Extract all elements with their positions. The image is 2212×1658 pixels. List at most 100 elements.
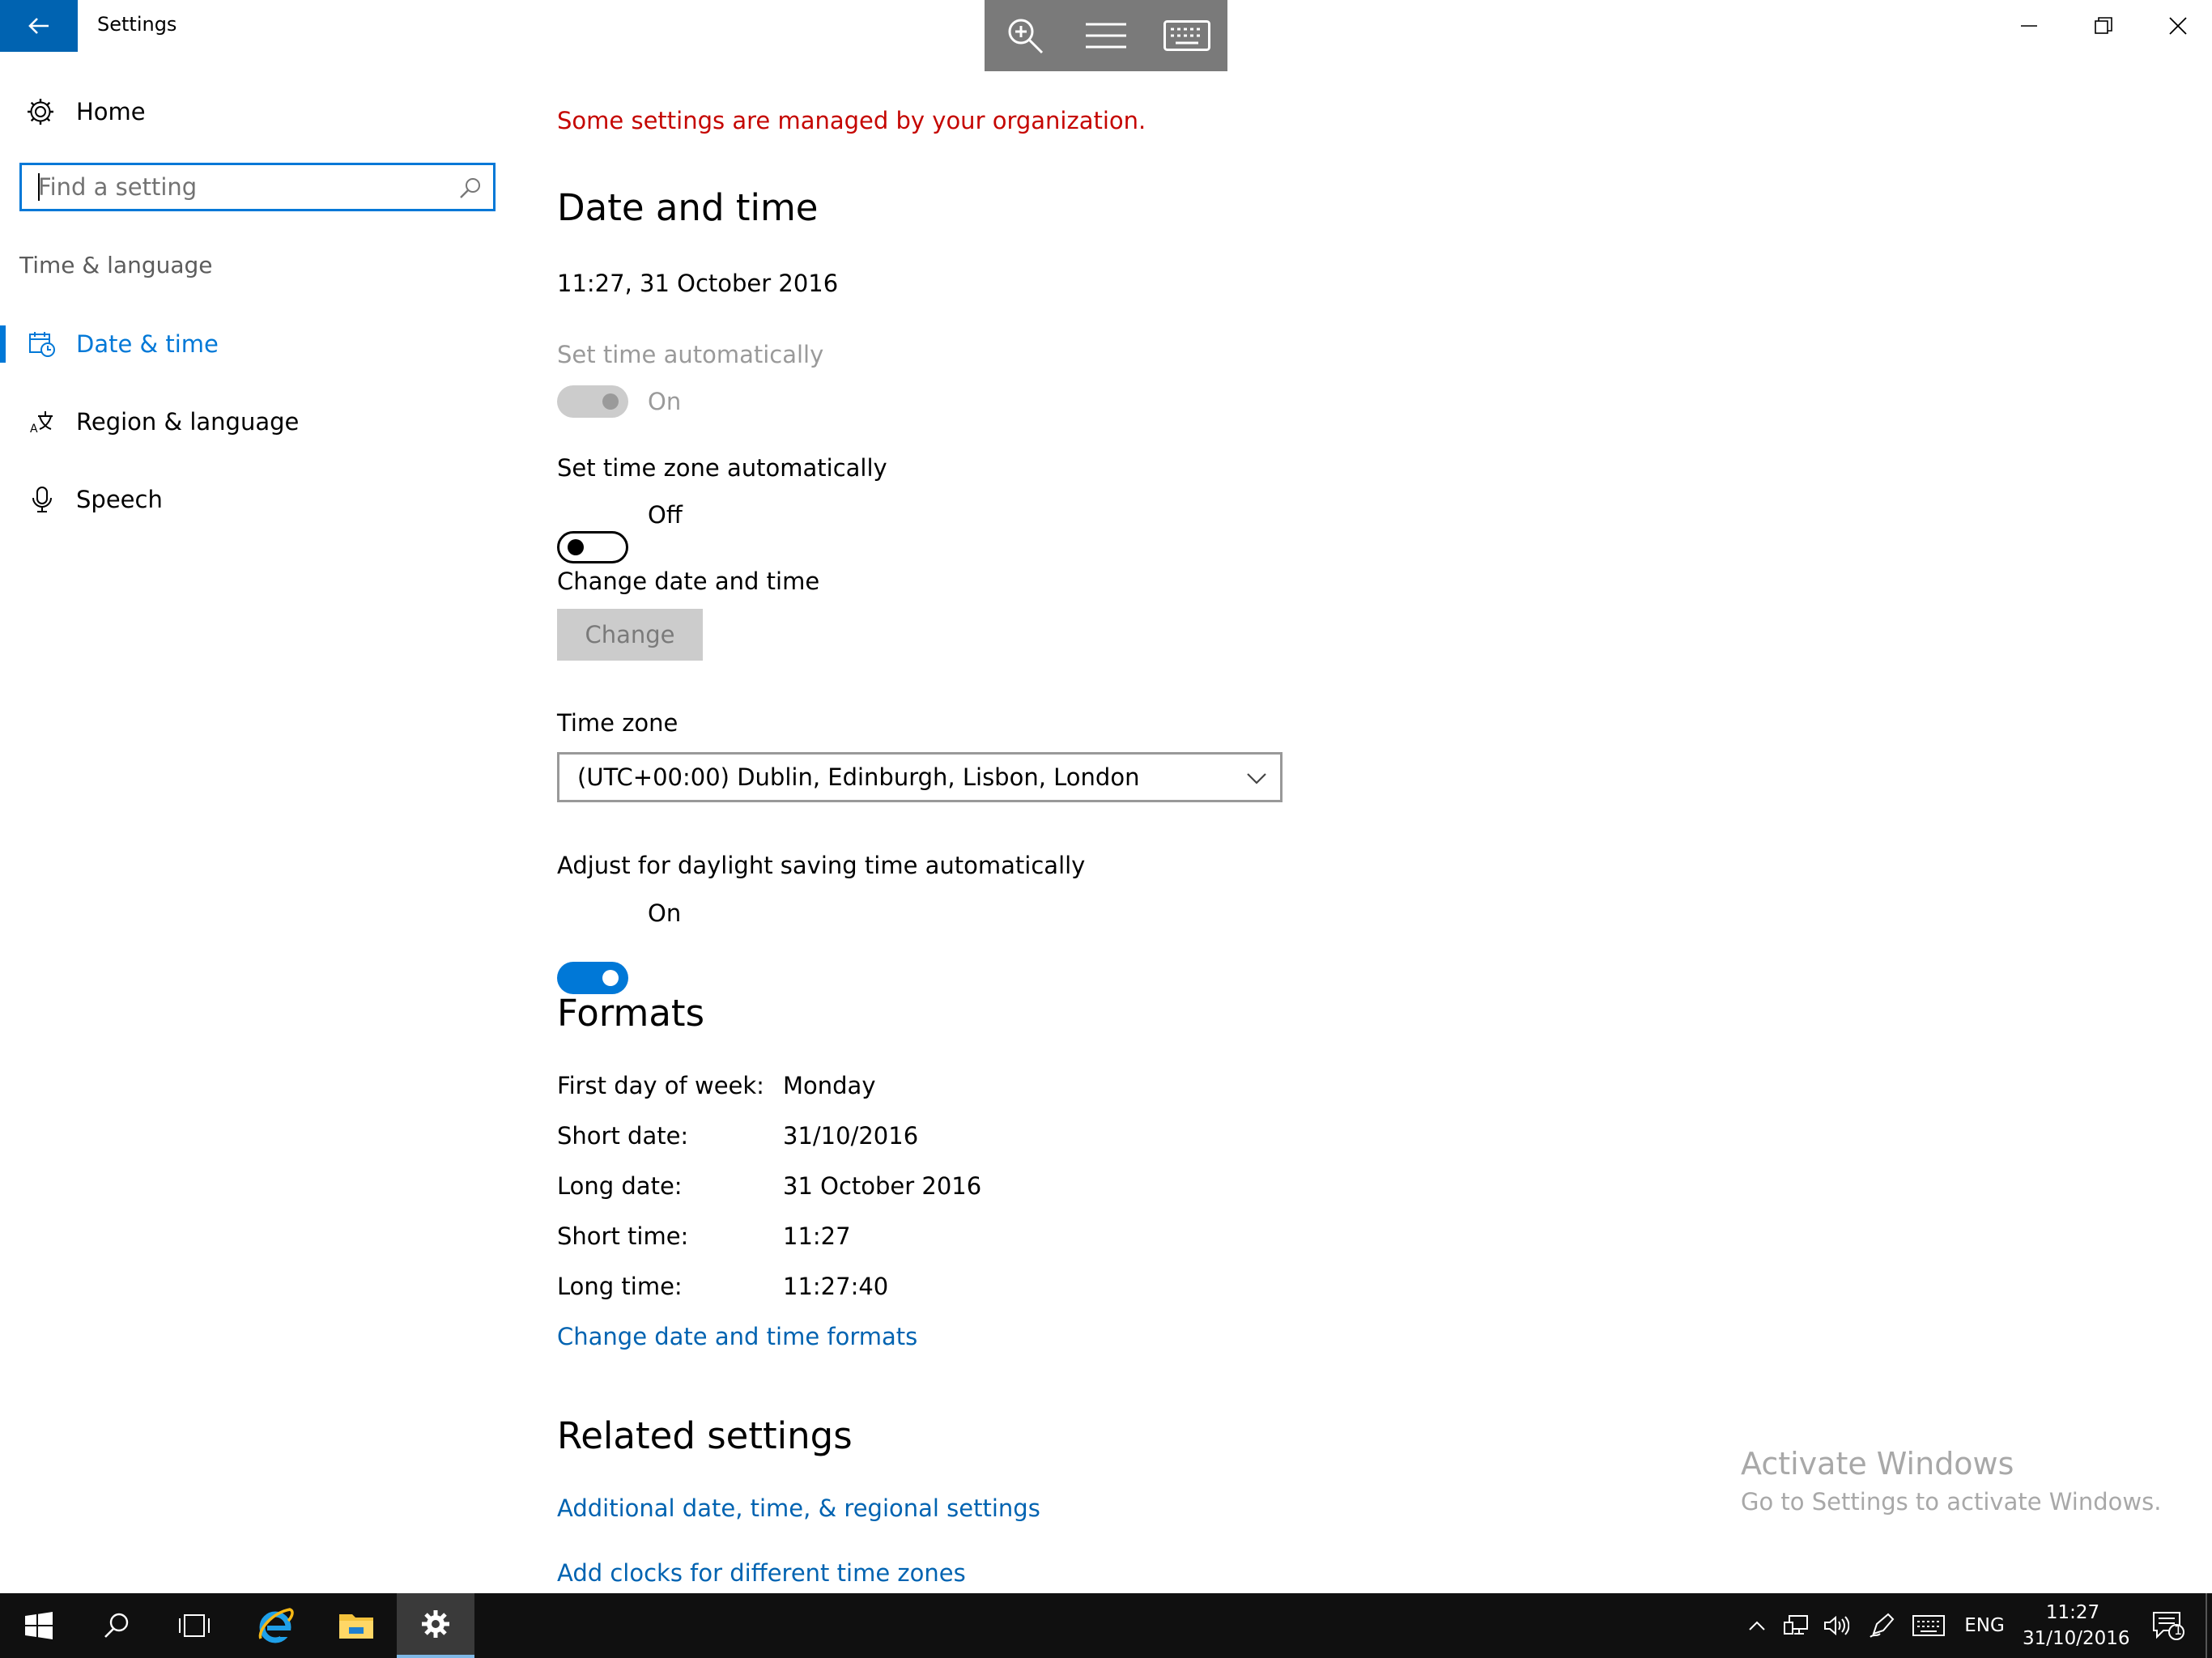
back-arrow-icon [28,18,49,34]
format-value: 11:27 [783,1222,851,1250]
activate-windows-title: Activate Windows [1741,1446,2014,1482]
keyboard-icon [1163,20,1210,51]
network-button[interactable] [1778,1593,1814,1658]
show-desktop-button[interactable] [2206,1593,2207,1658]
search-box[interactable] [19,163,496,211]
additional-regional-settings-link[interactable]: Additional date, time, & regional settin… [557,1494,1040,1522]
windows-ink-button[interactable] [1864,1593,1899,1658]
home-nav-item[interactable]: Home [21,94,146,130]
restore-icon [2095,17,2112,34]
format-label: Long date: [557,1172,683,1200]
file-explorer-icon [339,1614,373,1639]
gear-icon [28,99,53,125]
volume-icon [1824,1615,1849,1636]
file-explorer-button[interactable] [317,1593,395,1658]
related-settings-heading: Related settings [557,1414,853,1457]
activate-windows-subtitle: Go to Settings to activate Windows. [1741,1488,2162,1516]
set-time-auto-label: Set time automatically [557,341,824,368]
search-input[interactable] [38,165,459,209]
timezone-dropdown[interactable]: (UTC+00:00) Dublin, Edinburgh, Lisbon, L… [557,752,1283,802]
clock-button[interactable]: 11:27 31/10/2016 [2023,1600,2130,1655]
input-language-button[interactable]: ENG [1956,1593,2013,1658]
tray-time: 11:27 [2045,1602,2100,1623]
dst-toggle[interactable] [557,962,628,994]
notification-count: 1 [2174,1622,2183,1638]
set-tz-auto-state: Off [648,501,683,529]
sidebar-item-region-language[interactable]: A Region & language [0,397,502,446]
microphone-icon [24,482,60,517]
menu-button[interactable] [1066,0,1146,71]
minimize-button[interactable] [1992,0,2066,52]
minimize-icon [2021,25,2037,27]
set-tz-auto-toggle[interactable] [557,531,628,563]
timezone-label: Time zone [557,709,678,737]
format-value: Monday [783,1072,876,1099]
format-label: Short date: [557,1122,689,1150]
settings-taskbar-button[interactable] [397,1593,474,1658]
section-title: Time & language [19,252,213,278]
touch-keyboard-icon [1912,1615,1945,1636]
search-icon [104,1613,129,1638]
timezone-value: (UTC+00:00) Dublin, Edinburgh, Lisbon, L… [577,763,1140,791]
taskbar: ENG 11:27 31/10/2016 1 [0,1593,2212,1658]
sidebar-item-speech[interactable]: Speech [0,475,502,524]
windows-start-icon [25,1612,53,1639]
task-view-button[interactable] [155,1593,233,1658]
change-button[interactable]: Change [557,609,703,661]
region-language-icon: A [24,404,60,440]
sidebar-item-label: Speech [76,486,163,513]
current-date-time: 11:27, 31 October 2016 [557,270,839,297]
format-label: Long time: [557,1273,683,1300]
toggle-knob [568,539,584,555]
format-value: 11:27:40 [783,1273,889,1300]
toggle-knob [602,970,619,986]
managed-notice: Some settings are managed by your organi… [557,107,1146,134]
format-value: 31/10/2016 [783,1122,919,1150]
sidebar-item-label: Date & time [76,330,219,358]
add-clocks-link[interactable]: Add clocks for different time zones [557,1559,966,1587]
home-label: Home [76,98,146,125]
set-tz-auto-label: Set time zone automatically [557,454,887,482]
toggle-knob [602,393,619,410]
close-button[interactable] [2141,0,2212,52]
zoom-button[interactable] [985,0,1066,71]
zoom-in-icon [1008,19,1044,54]
start-button[interactable] [0,1593,78,1658]
chevron-up-icon [1749,1621,1765,1630]
taskbar-search-button[interactable] [78,1593,155,1658]
format-value: 31 October 2016 [783,1172,982,1200]
svg-text:A: A [30,423,38,436]
network-icon [1784,1615,1808,1635]
settings-gear-icon [422,1610,449,1638]
chevron-down-icon [1247,773,1266,784]
volume-button[interactable] [1819,1593,1854,1658]
dst-state: On [648,899,682,927]
action-center-button[interactable]: 1 [2138,1593,2199,1658]
calendar-clock-icon [24,326,60,362]
show-hidden-icons-button[interactable] [1741,1593,1773,1658]
sidebar-item-label: Region & language [76,408,300,436]
text-caret [38,173,40,201]
format-label: Short time: [557,1222,689,1250]
internet-explorer-icon [258,1608,294,1643]
dst-label: Adjust for daylight saving time automati… [557,852,1086,879]
menu-icon [1086,23,1126,49]
set-time-auto-state: On [648,388,682,415]
pen-icon [1870,1613,1895,1638]
search-icon[interactable] [457,175,483,201]
back-button[interactable] [0,0,78,52]
touch-toolbar [985,0,1227,71]
internet-explorer-button[interactable] [233,1593,317,1658]
close-icon [2169,17,2187,35]
sidebar-item-date-time[interactable]: Date & time [0,320,502,368]
set-time-auto-toggle[interactable] [557,385,628,418]
formats-heading: Formats [557,992,705,1035]
touch-keyboard-button[interactable] [1908,1593,1950,1658]
task-view-icon [179,1614,210,1637]
date-time-heading: Date and time [557,186,819,229]
keyboard-button[interactable] [1146,0,1227,71]
change-formats-link[interactable]: Change date and time formats [557,1323,917,1350]
format-label: First day of week: [557,1072,764,1099]
change-date-time-label: Change date and time [557,568,820,595]
restore-button[interactable] [2066,0,2141,52]
